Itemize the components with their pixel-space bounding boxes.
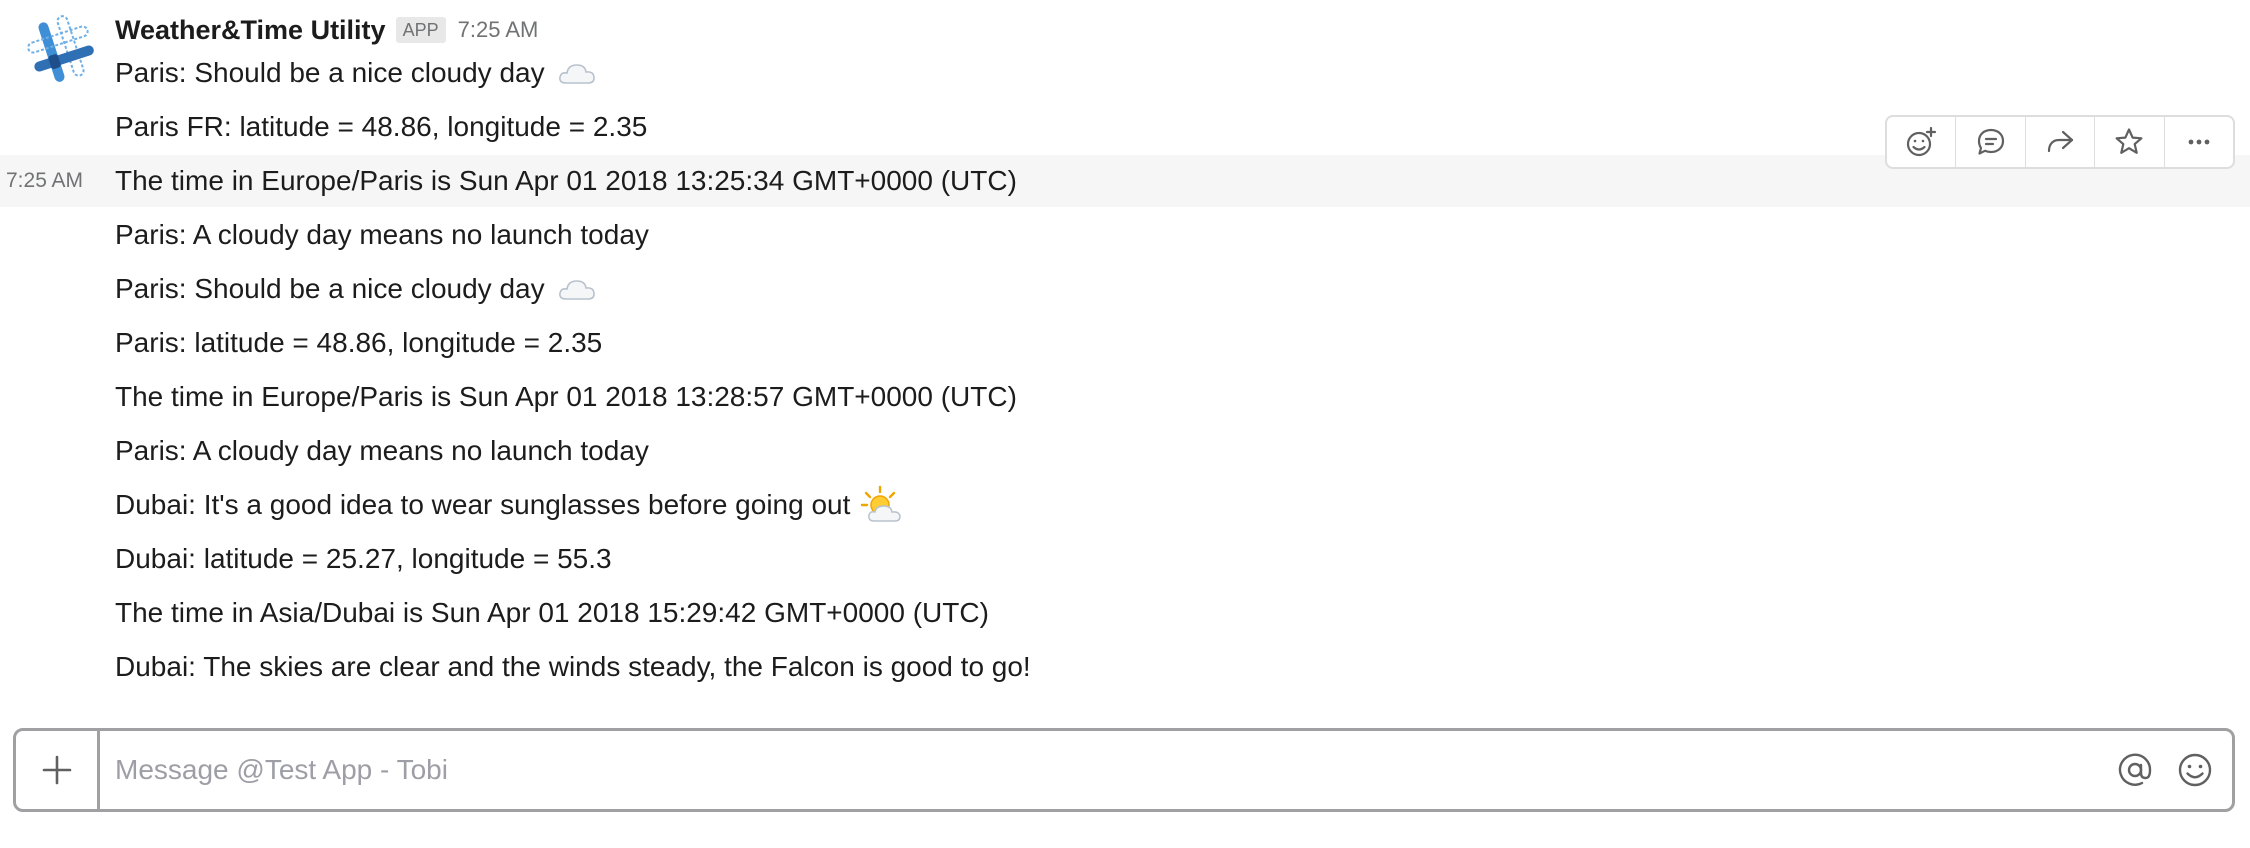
message-row: Dubai: The skies are clear and the winds…: [0, 641, 2250, 693]
attach-button[interactable]: [16, 731, 100, 809]
message-row: Paris: Should be a nice cloudy day: [0, 47, 2250, 99]
start-thread-icon: [1977, 128, 2004, 155]
cloud-icon: [558, 64, 595, 84]
message-text: Paris: A cloudy day means no launch toda…: [115, 219, 649, 250]
message-text: Paris: Should be a nice cloudy day: [115, 273, 545, 304]
add-reaction-button[interactable]: [1887, 117, 1957, 167]
message-text: The time in Asia/Dubai is Sun Apr 01 201…: [115, 597, 989, 628]
message-content: Paris: Should be a nice cloudy day: [115, 47, 597, 99]
message-row: Paris: A cloudy day means no launch toda…: [0, 425, 2250, 477]
message-composer: [13, 728, 2235, 812]
message-input[interactable]: [100, 731, 2116, 809]
message-text: Dubai: It's a good idea to wear sunglass…: [115, 489, 851, 520]
message-row: Paris: Should be a nice cloudy day: [0, 263, 2250, 315]
sun-behind-cloud-icon: [861, 485, 902, 522]
start-thread-button[interactable]: [1956, 117, 2026, 167]
message-text: Paris: latitude = 48.86, longitude = 2.3…: [115, 327, 603, 358]
message-timestamp[interactable]: 7:25 AM: [458, 17, 539, 43]
cloud-icon: [558, 280, 595, 300]
more-actions-button[interactable]: [2165, 117, 2233, 167]
app-badge: APP: [395, 17, 446, 43]
emoji-picker-icon[interactable]: [2176, 751, 2214, 789]
message-content: Dubai: It's a good idea to wear sunglass…: [115, 479, 904, 531]
hover-timestamp[interactable]: 7:25 AM: [6, 155, 83, 207]
plus-icon: [42, 755, 71, 785]
message-row: Dubai: latitude = 25.27, longitude = 55.…: [0, 533, 2250, 585]
more-actions-icon: [2188, 139, 2210, 145]
message-actions-toolbar: [1885, 115, 2235, 169]
star-message-button[interactable]: [2095, 117, 2165, 167]
message-row: The time in Asia/Dubai is Sun Apr 01 201…: [0, 587, 2250, 639]
share-message-button[interactable]: [2026, 117, 2096, 167]
message-header: Weather&Time Utility APP 7:25 AM: [115, 10, 538, 50]
message-text: Paris: A cloudy day means no launch toda…: [115, 435, 649, 466]
message-text: Dubai: latitude = 25.27, longitude = 55.…: [115, 543, 612, 574]
add-reaction-icon: [1907, 126, 1937, 157]
mention-icon[interactable]: [2116, 751, 2154, 789]
app-name[interactable]: Weather&Time Utility: [115, 15, 386, 46]
composer-icons: [2116, 731, 2232, 809]
star-icon: [2115, 128, 2143, 154]
message-text: Paris FR: latitude = 48.86, longitude = …: [115, 111, 648, 142]
message-content: Paris: Should be a nice cloudy day: [115, 263, 597, 315]
message-text: The time in Europe/Paris is Sun Apr 01 2…: [115, 165, 1017, 196]
share-icon: [2047, 130, 2074, 153]
message-row: Dubai: It's a good idea to wear sunglass…: [0, 479, 2250, 531]
message-row: Paris: latitude = 48.86, longitude = 2.3…: [0, 317, 2250, 369]
message-text: Paris: Should be a nice cloudy day: [115, 57, 545, 88]
message-row: Paris: A cloudy day means no launch toda…: [0, 209, 2250, 261]
message-text: The time in Europe/Paris is Sun Apr 01 2…: [115, 381, 1017, 412]
message-text: Dubai: The skies are clear and the winds…: [115, 651, 1031, 682]
message-row: The time in Europe/Paris is Sun Apr 01 2…: [0, 371, 2250, 423]
